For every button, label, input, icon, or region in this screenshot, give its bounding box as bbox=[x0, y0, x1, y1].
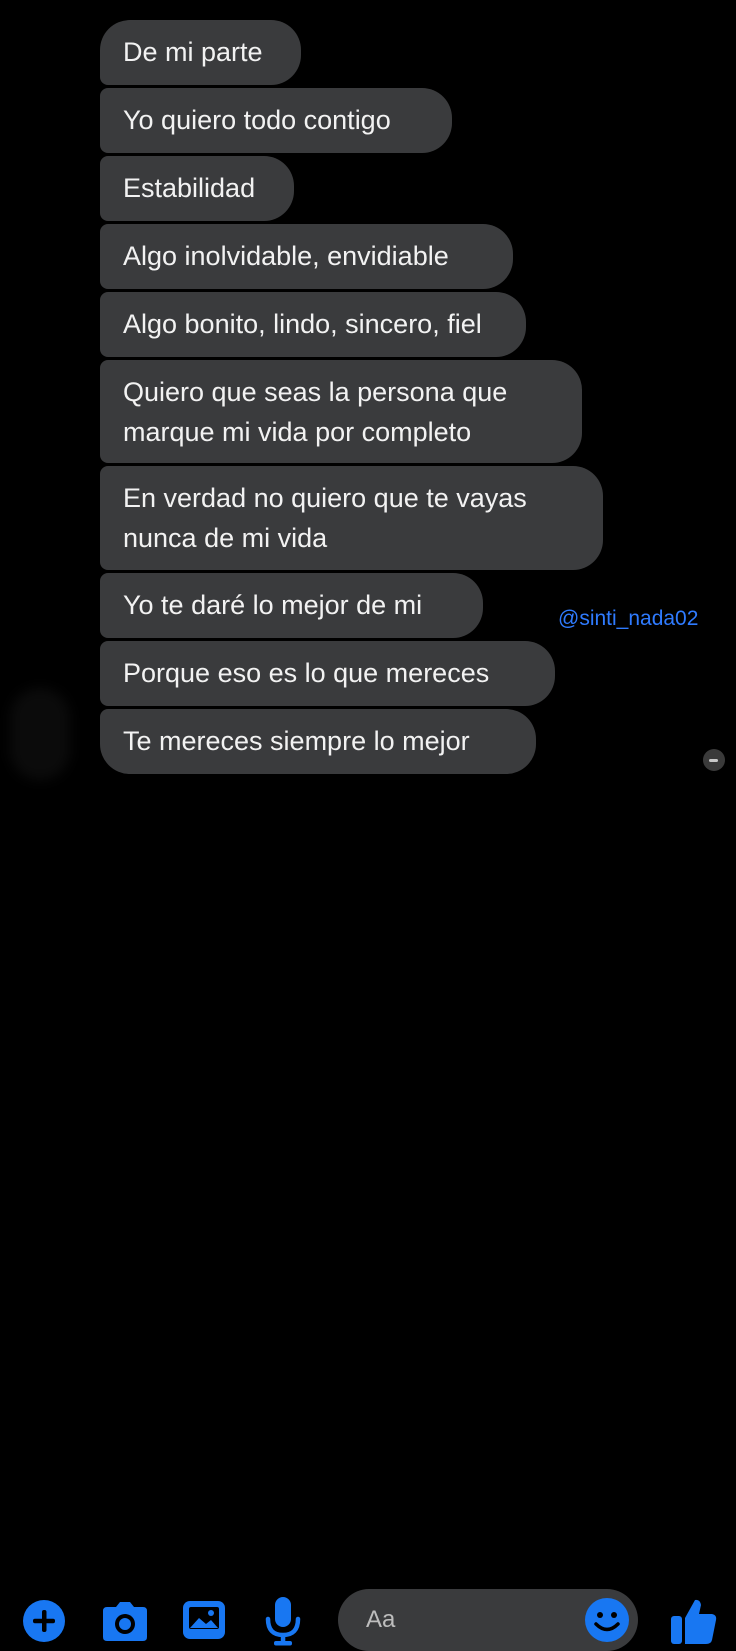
sender-avatar bbox=[10, 688, 70, 780]
message-bubble[interactable]: Yo quiero todo contigo bbox=[100, 88, 452, 153]
message-bubble[interactable]: Algo bonito, lindo, sincero, fiel bbox=[100, 292, 526, 357]
message-input-placeholder: Aa bbox=[366, 1606, 396, 1633]
message-bubble[interactable]: Estabilidad bbox=[100, 156, 294, 221]
emoji-icon[interactable] bbox=[584, 1597, 630, 1643]
seen-indicator-icon bbox=[703, 749, 725, 771]
message-composer: Aa bbox=[0, 790, 736, 1651]
thumbs-up-icon[interactable] bbox=[669, 1596, 719, 1646]
message-bubble[interactable]: Algo inolvidable, envidiable bbox=[100, 224, 513, 289]
chat-area: De mi parte Yo quiero todo contigo Estab… bbox=[0, 0, 736, 790]
image-icon[interactable] bbox=[181, 1598, 227, 1642]
message-bubble[interactable]: Quiero que seas la persona que marque mi… bbox=[100, 360, 582, 463]
message-bubble[interactable]: Te mereces siempre lo mejor bbox=[100, 709, 536, 774]
camera-icon[interactable] bbox=[101, 1599, 149, 1643]
message-bubble[interactable]: De mi parte bbox=[100, 20, 301, 85]
message-input[interactable]: Aa bbox=[338, 1589, 638, 1651]
message-bubble[interactable]: Yo te daré lo mejor de mi bbox=[100, 573, 483, 638]
microphone-icon[interactable] bbox=[263, 1595, 303, 1647]
message-bubble[interactable]: En verdad no quiero que te vayas nunca d… bbox=[100, 466, 603, 570]
watermark: @sinti_nada02 bbox=[558, 607, 699, 630]
message-bubble[interactable]: Porque eso es lo que mereces bbox=[100, 641, 555, 706]
plus-icon[interactable] bbox=[22, 1599, 66, 1643]
